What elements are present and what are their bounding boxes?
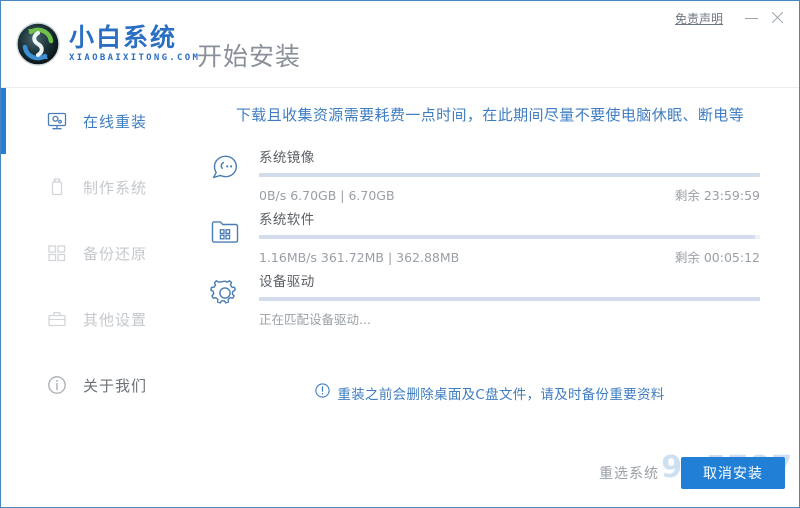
gear-icon: [203, 270, 247, 316]
blocks-grid-icon: [45, 241, 69, 265]
download-notice: 下载且收集资源需要耗费一点时间，在此期间尽量不要使电脑休眠、断电等: [235, 106, 745, 124]
window-controls: 免责声明: [675, 7, 791, 29]
inactive-indicator: [1, 220, 6, 286]
minimize-button[interactable]: [739, 7, 765, 29]
inactive-indicator: [1, 154, 6, 220]
ghost-face-icon: [203, 146, 247, 192]
task-remaining-time: 剩余 00:05:12: [674, 250, 760, 265]
window-footer: 9n5787 重选系统 取消安装: [1, 445, 799, 507]
cancel-install-button[interactable]: 取消安装: [681, 457, 785, 489]
task-progress-fill: [259, 173, 760, 177]
reselect-system-button[interactable]: 重选系统: [599, 463, 659, 483]
inactive-indicator: [1, 286, 6, 352]
briefcase-icon: [45, 307, 69, 331]
sidebar-item-online-reinstall[interactable]: 在线重装: [1, 88, 181, 154]
window-header: 小白系统 XIAOBAIXITONG.COM 开始安装 免责声明: [1, 1, 799, 88]
installer-window: 小白系统 XIAOBAIXITONG.COM 开始安装 免责声明 在线重装 制作…: [0, 0, 800, 508]
sidebar-item-create-system[interactable]: 制作系统: [1, 154, 181, 220]
task-name: 设备驱动: [259, 274, 315, 290]
folder-apps-icon: [203, 208, 247, 254]
task-remaining-time: 剩余 23:59:59: [674, 188, 760, 203]
task-status: 正在匹配设备驱动...: [259, 312, 371, 327]
task-name: 系统软件: [259, 212, 315, 228]
info-circle-icon: [45, 373, 69, 397]
sidebar-item-label: 备份还原: [83, 244, 148, 263]
usb-drive-icon: [45, 175, 69, 199]
sidebar-item-label: 其他设置: [83, 310, 148, 329]
task-body: 设备驱动 正在匹配设备驱动...: [247, 268, 781, 328]
task-list: 系统镜像 0B/s 6.70GB | 6.70GB 剩余 23:59:59 系统…: [203, 144, 781, 330]
refresh-circle-logo-icon: [15, 21, 61, 67]
footer-actions: 重选系统 取消安装: [599, 457, 785, 489]
task-row: 设备驱动 正在匹配设备驱动...: [203, 268, 781, 330]
warning-text: 重装之前会删除桌面及C盘文件，请及时备份重要资料: [337, 387, 665, 403]
inactive-indicator: [1, 352, 6, 418]
task-progress-bar[interactable]: [259, 235, 760, 239]
brand-name-en: XIAOBAIXITONG.COM: [69, 52, 201, 63]
task-meta: 正在匹配设备驱动...: [259, 309, 760, 328]
task-status: 0B/s 6.70GB | 6.70GB: [259, 188, 395, 203]
minimize-icon: [745, 18, 758, 19]
active-indicator: [1, 88, 6, 154]
task-progress-fill: [259, 297, 760, 301]
task-progress-fill: [259, 235, 755, 239]
brand-logo: 小白系统 XIAOBAIXITONG.COM: [15, 21, 200, 67]
task-body: 系统镜像 0B/s 6.70GB | 6.70GB 剩余 23:59:59: [247, 144, 781, 204]
task-meta: 0B/s 6.70GB | 6.70GB 剩余 23:59:59: [259, 185, 760, 204]
task-row: 系统镜像 0B/s 6.70GB | 6.70GB 剩余 23:59:59: [203, 144, 781, 206]
close-button[interactable]: [765, 7, 791, 29]
disclaimer-link[interactable]: 免责声明: [675, 10, 723, 27]
task-status: 1.16MB/s 361.72MB | 362.88MB: [259, 250, 460, 265]
brand-name-cn: 小白系统: [69, 22, 178, 52]
warning-banner: 重装之前会删除桌面及C盘文件，请及时备份重要资料: [181, 383, 799, 403]
task-progress-bar[interactable]: [259, 297, 760, 301]
task-meta: 1.16MB/s 361.72MB | 362.88MB 剩余 00:05:12: [259, 247, 760, 266]
exclamation-circle-icon: [315, 383, 331, 403]
sidebar-item-label: 在线重装: [83, 112, 148, 131]
task-name: 系统镜像: [259, 150, 315, 166]
sidebar-item-other-settings[interactable]: 其他设置: [1, 286, 181, 352]
page-title: 开始安装: [197, 42, 302, 71]
sidebar-item-about-us[interactable]: 关于我们: [1, 352, 181, 418]
brand-text: 小白系统 XIAOBAIXITONG.COM: [69, 22, 201, 64]
task-row: 系统软件 1.16MB/s 361.72MB | 362.88MB 剩余 00:…: [203, 206, 781, 268]
task-progress-bar[interactable]: [259, 173, 760, 177]
sidebar-item-label: 制作系统: [83, 178, 148, 197]
sidebar-item-backup-restore[interactable]: 备份还原: [1, 220, 181, 286]
task-body: 系统软件 1.16MB/s 361.72MB | 362.88MB 剩余 00:…: [247, 206, 781, 266]
sidebar-item-label: 关于我们: [83, 376, 148, 395]
monitor-icon: [45, 109, 69, 133]
